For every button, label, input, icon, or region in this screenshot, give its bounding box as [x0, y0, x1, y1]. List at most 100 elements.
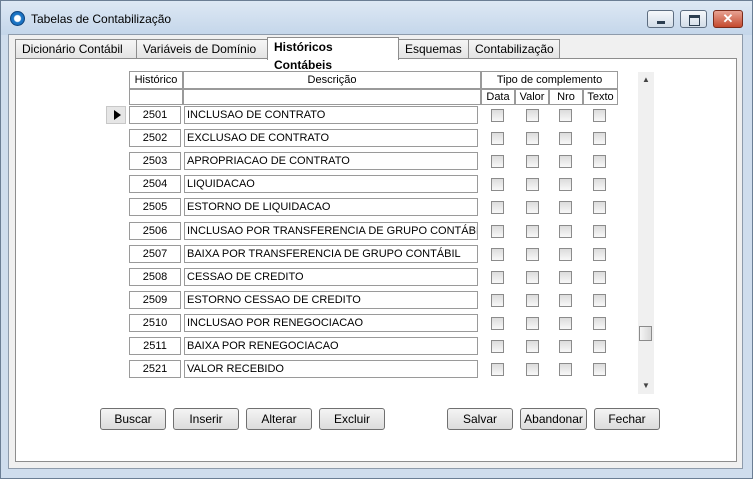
row-code-cell[interactable]: 2501	[129, 106, 181, 124]
row-description-cell[interactable]: INCLUSAO POR RENEGOCIACAO	[184, 313, 478, 332]
checkbox-valor[interactable]	[526, 363, 539, 377]
checkbox-valor[interactable]	[526, 224, 539, 238]
window-title: Tabelas de Contabilização	[31, 12, 172, 26]
current-row-indicator-icon	[106, 106, 126, 124]
row-description-cell[interactable]: VALOR RECEBIDO	[184, 360, 478, 379]
checkbox-nro[interactable]	[559, 340, 572, 353]
tab-variaveis-dominio[interactable]: Variáveis de Domínio	[136, 39, 268, 58]
row-description-cell[interactable]: INCLUSAO POR TRANSFERENCIA DE GRUPO CONT…	[184, 221, 478, 240]
close-icon: ✕	[722, 11, 734, 26]
minimize-button[interactable]	[647, 10, 674, 28]
row-description-cell[interactable]: INCLUSAO DE CONTRATO	[184, 106, 478, 124]
row-code-cell[interactable]: 2503	[129, 152, 181, 171]
checkbox-nro[interactable]	[559, 363, 572, 377]
checkbox-texto[interactable]	[593, 132, 606, 146]
checkbox-nro[interactable]	[559, 155, 572, 169]
row-code-cell[interactable]: 2521	[129, 360, 181, 379]
row-code-cell[interactable]: 2504	[129, 175, 181, 194]
row-description-cell[interactable]: ESTORNO CESSAO DE CREDITO	[184, 290, 478, 309]
checkbox-data[interactable]	[491, 316, 504, 330]
row-description-cell[interactable]: BAIXA POR TRANSFERENCIA DE GRUPO CONTÁBI…	[184, 244, 478, 263]
alterar-button[interactable]: Alterar	[246, 408, 312, 430]
header-descricao-spacer	[183, 89, 481, 105]
checkbox-valor[interactable]	[526, 247, 539, 261]
row-description-cell[interactable]: LIQUIDACAO	[184, 175, 478, 194]
checkbox-valor[interactable]	[526, 155, 539, 169]
row-code-cell[interactable]: 2506	[129, 221, 181, 240]
checkbox-nro[interactable]	[559, 178, 572, 192]
header-valor: Valor	[515, 89, 549, 105]
header-nro: Nro	[549, 89, 583, 105]
checkbox-texto[interactable]	[593, 293, 606, 307]
header-historico: Histórico	[129, 71, 183, 89]
buscar-button[interactable]: Buscar	[100, 408, 166, 430]
title-bar[interactable]: Tabelas de Contabilização ✕	[1, 1, 752, 35]
checkbox-data[interactable]	[491, 340, 504, 353]
checkbox-valor[interactable]	[526, 132, 539, 146]
row-code-cell[interactable]: 2508	[129, 267, 181, 286]
checkbox-data[interactable]	[491, 363, 504, 377]
row-code-cell[interactable]: 2511	[129, 337, 181, 355]
scroll-up-arrow-icon[interactable]: ▲	[638, 72, 654, 88]
checkbox-data[interactable]	[491, 201, 504, 215]
tab-dicionario-contabil[interactable]: Dicionário Contábil	[15, 39, 137, 58]
checkbox-data[interactable]	[491, 132, 504, 146]
row-description-cell[interactable]: APROPRIACAO DE CONTRATO	[184, 152, 478, 171]
tab-esquemas[interactable]: Esquemas	[398, 39, 469, 58]
checkbox-texto[interactable]	[593, 155, 606, 169]
row-code-cell[interactable]: 2507	[129, 244, 181, 263]
checkbox-texto[interactable]	[593, 224, 606, 238]
excluir-button[interactable]: Excluir	[319, 408, 385, 430]
scroll-thumb[interactable]	[639, 326, 652, 341]
checkbox-texto[interactable]	[593, 178, 606, 192]
checkbox-valor[interactable]	[526, 109, 539, 122]
checkbox-nro[interactable]	[559, 201, 572, 215]
row-description-cell[interactable]: ESTORNO DE LIQUIDACAO	[184, 198, 478, 217]
checkbox-data[interactable]	[491, 155, 504, 169]
tab-historicos-contabeis[interactable]: Históricos Contábeis	[267, 37, 399, 72]
row-description-cell[interactable]: EXCLUSAO DE CONTRATO	[184, 129, 478, 148]
salvar-button[interactable]: Salvar	[447, 408, 513, 430]
row-description-cell[interactable]: CESSAO DE CREDITO	[184, 267, 478, 286]
checkbox-nro[interactable]	[559, 109, 572, 122]
checkbox-texto[interactable]	[593, 109, 606, 122]
checkbox-data[interactable]	[491, 247, 504, 261]
row-code-cell[interactable]: 2502	[129, 129, 181, 148]
checkbox-data[interactable]	[491, 109, 504, 122]
checkbox-nro[interactable]	[559, 224, 572, 238]
row-code-cell[interactable]: 2509	[129, 290, 181, 309]
checkbox-texto[interactable]	[593, 363, 606, 377]
checkbox-texto[interactable]	[593, 247, 606, 261]
inserir-button[interactable]: Inserir	[173, 408, 239, 430]
checkbox-nro[interactable]	[559, 293, 572, 307]
abandonar-button[interactable]: Abandonar	[520, 408, 587, 430]
checkbox-valor[interactable]	[526, 178, 539, 192]
checkbox-texto[interactable]	[593, 201, 606, 215]
checkbox-texto[interactable]	[593, 270, 606, 284]
scroll-down-arrow-icon[interactable]: ▼	[638, 378, 654, 394]
checkbox-valor[interactable]	[526, 270, 539, 284]
checkbox-valor[interactable]	[526, 293, 539, 307]
checkbox-nro[interactable]	[559, 316, 572, 330]
checkbox-data[interactable]	[491, 270, 504, 284]
row-code-cell[interactable]: 2505	[129, 198, 181, 217]
row-code-cell[interactable]: 2510	[129, 313, 181, 332]
checkbox-data[interactable]	[491, 293, 504, 307]
row-description-cell[interactable]: BAIXA POR RENEGOCIACAO	[184, 337, 478, 355]
tab-contabilizacao[interactable]: Contabilização	[468, 39, 560, 58]
checkbox-data[interactable]	[491, 224, 504, 238]
checkbox-nro[interactable]	[559, 270, 572, 284]
close-button[interactable]: ✕	[713, 10, 743, 28]
checkbox-nro[interactable]	[559, 132, 572, 146]
app-icon	[10, 11, 25, 26]
maximize-button[interactable]	[680, 10, 707, 28]
checkbox-data[interactable]	[491, 178, 504, 192]
checkbox-valor[interactable]	[526, 201, 539, 215]
checkbox-texto[interactable]	[593, 340, 606, 353]
checkbox-valor[interactable]	[526, 316, 539, 330]
checkbox-texto[interactable]	[593, 316, 606, 330]
checkbox-valor[interactable]	[526, 340, 539, 353]
vertical-scrollbar[interactable]: ▲ ▼	[638, 72, 654, 394]
checkbox-nro[interactable]	[559, 247, 572, 261]
fechar-button[interactable]: Fechar	[594, 408, 660, 430]
